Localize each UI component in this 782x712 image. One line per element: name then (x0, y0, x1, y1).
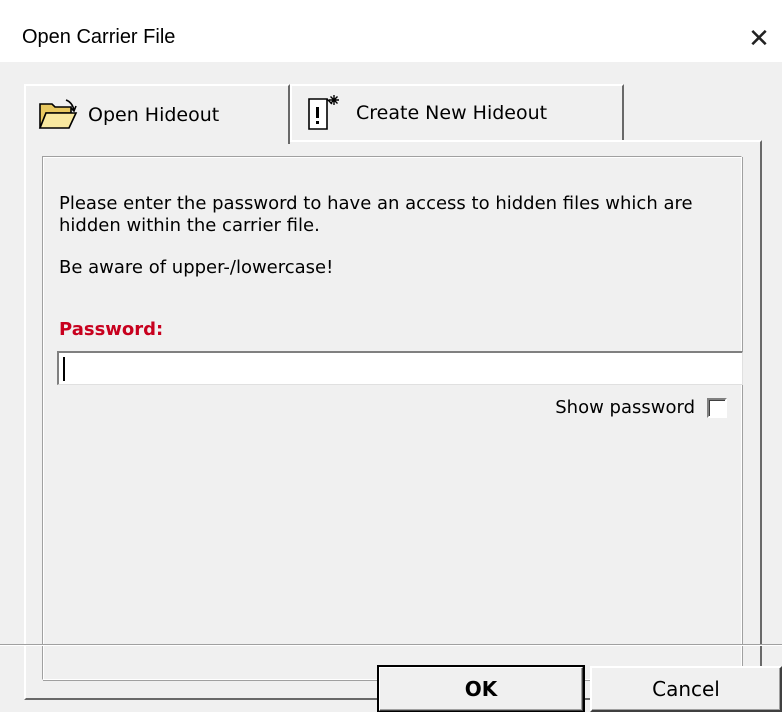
description-text: Please enter the password to have an acc… (59, 193, 693, 236)
password-label: Password: (59, 319, 164, 340)
case-note: Be aware of upper-/lowercase! (59, 257, 334, 278)
text-caret (63, 357, 65, 381)
tab-label: Open Hideout (88, 104, 220, 126)
password-input[interactable] (57, 351, 743, 385)
window-title: Open Carrier File (22, 26, 176, 48)
new-document-icon (308, 95, 339, 130)
tab-panel-open-hideout: Please enter the password to have an acc… (24, 140, 762, 700)
tab-open-hideout[interactable]: Open Hideout (24, 84, 290, 144)
close-icon: ✕ (748, 22, 770, 53)
button-separator (0, 644, 782, 646)
cancel-button[interactable]: Cancel (590, 666, 782, 712)
dialog-body: Open Hideout Create New Hideout Please e… (0, 62, 782, 712)
ok-button[interactable]: OK (377, 665, 585, 712)
close-button[interactable]: ✕ (736, 14, 782, 62)
show-password-label: Show password (555, 397, 695, 418)
open-folder-icon (38, 99, 78, 129)
tab-create-new-hideout[interactable]: Create New Hideout (290, 84, 624, 140)
show-password-control[interactable]: Show password (555, 397, 727, 418)
show-password-checkbox[interactable] (707, 397, 727, 418)
password-group: Please enter the password to have an acc… (42, 156, 743, 680)
tab-label: Create New Hideout (356, 102, 548, 124)
